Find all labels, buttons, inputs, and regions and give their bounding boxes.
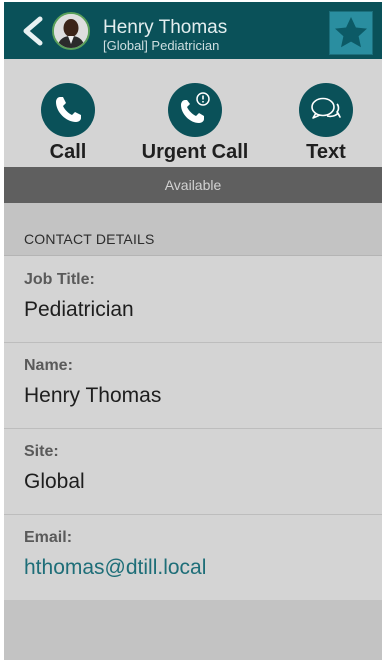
availability-status: Available <box>4 167 382 203</box>
avatar[interactable] <box>52 12 90 50</box>
detail-row-job-title: Job Title: Pediatrician <box>4 257 382 343</box>
call-circle <box>41 83 95 137</box>
call-button[interactable]: Call <box>8 83 128 163</box>
detail-row-name: Name: Henry Thomas <box>4 343 382 429</box>
site-value: Global <box>24 470 85 493</box>
action-bar: Call Urgent Call Text <box>4 59 382 167</box>
chat-bubbles-icon <box>311 97 341 119</box>
star-icon <box>335 17 367 48</box>
contact-screen: Henry Thomas [Global] Pediatrician Call <box>4 2 382 660</box>
name-value: Henry Thomas <box>24 384 162 407</box>
empty-area <box>4 600 382 660</box>
contact-site-role: [Global] Pediatrician <box>103 38 220 53</box>
name-label: Name: <box>24 357 73 374</box>
section-title: CONTACT DETAILS <box>24 231 155 247</box>
text-circle <box>299 83 353 137</box>
back-button[interactable] <box>20 16 46 46</box>
email-label: Email: <box>24 529 73 546</box>
job-title-label: Job Title: <box>24 271 95 288</box>
phone-alert-icon <box>181 92 210 123</box>
header-bar: Henry Thomas [Global] Pediatrician <box>4 2 382 59</box>
chevron-left-icon <box>23 16 43 46</box>
detail-row-email: Email: hthomas@dtill.local <box>4 515 382 601</box>
favorite-button[interactable] <box>329 11 373 55</box>
site-label: Site: <box>24 443 59 460</box>
contact-name: Henry Thomas <box>103 17 228 38</box>
text-button[interactable]: Text <box>266 83 382 163</box>
call-label: Call <box>49 141 87 163</box>
text-label: Text <box>306 141 346 163</box>
urgent-call-circle <box>168 83 222 137</box>
phone-icon <box>56 97 81 122</box>
contact-details-header: CONTACT DETAILS <box>4 203 382 256</box>
email-link[interactable]: hthomas@dtill.local <box>24 556 206 580</box>
detail-row-site: Site: Global <box>4 429 382 515</box>
urgent-call-button[interactable]: Urgent Call <box>135 83 255 163</box>
urgent-call-label: Urgent Call <box>141 141 249 163</box>
job-title-value: Pediatrician <box>24 298 134 321</box>
